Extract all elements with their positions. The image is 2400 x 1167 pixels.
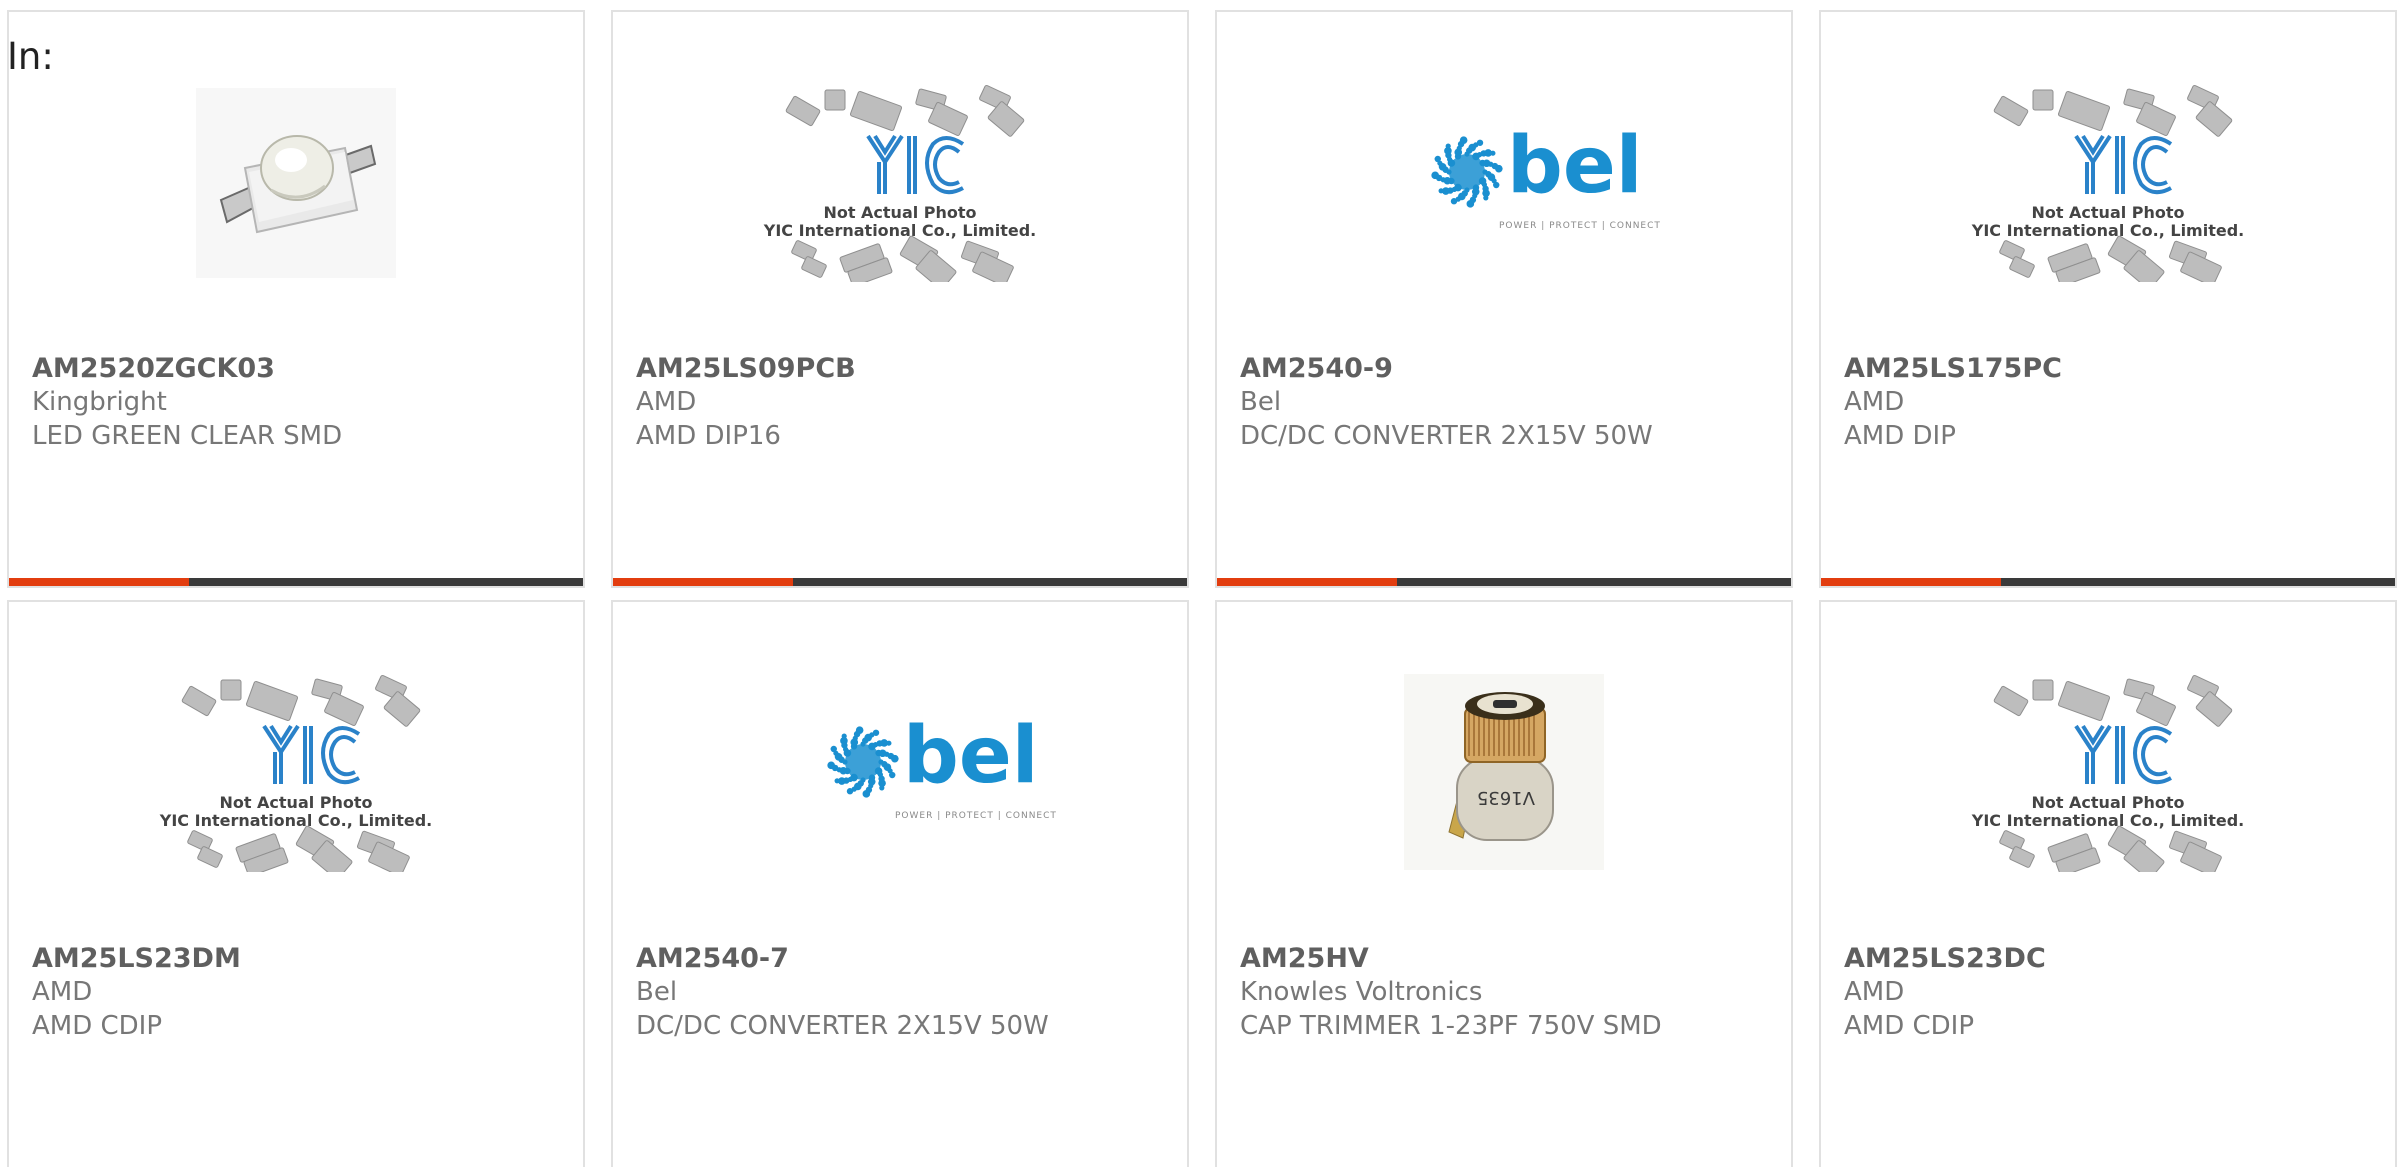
svg-text:YIC International Co., Limited: YIC International Co., Limited.: [1971, 221, 2244, 240]
product-card[interactable]: Not Actual Photo YIC International Co., …: [1819, 600, 2397, 1167]
svg-text:bel: bel: [903, 711, 1038, 801]
product-card[interactable]: Not Actual Photo YIC International Co., …: [1819, 10, 2397, 588]
card-footer-accent: [613, 578, 793, 586]
product-description: LED GREEN CLEAR SMD: [32, 421, 343, 451]
svg-text:YIC International Co., Limited: YIC International Co., Limited.: [763, 221, 1036, 240]
product-grid-page: In: AM2520ZGCK03 Kingbright LED GREEN CL…: [0, 0, 2400, 1167]
product-description: DC/DC CONVERTER 2X15V 50W: [1240, 421, 1653, 451]
product-part-number[interactable]: AM2520ZGCK03: [32, 352, 275, 386]
trimmer-cap-photo-icon[interactable]: V1635: [1217, 672, 1791, 872]
product-part-number[interactable]: AM25LS23DC: [1844, 942, 2046, 976]
yic-placeholder-icon[interactable]: Not Actual Photo YIC International Co., …: [1821, 672, 2395, 872]
product-description: CAP TRIMMER 1-23PF 750V SMD: [1240, 1011, 1662, 1041]
svg-text:YIC International Co., Limited: YIC International Co., Limited.: [159, 811, 432, 830]
product-part-number[interactable]: AM25HV: [1240, 942, 1369, 976]
product-description: DC/DC CONVERTER 2X15V 50W: [636, 1011, 1049, 1041]
svg-text:Not Actual Photo: Not Actual Photo: [2031, 793, 2184, 812]
svg-text:YIC International Co., Limited: YIC International Co., Limited.: [1971, 811, 2244, 830]
card-footer-accent: [9, 578, 189, 586]
product-description: AMD DIP16: [636, 421, 781, 451]
product-card[interactable]: Not Actual Photo YIC International Co., …: [7, 600, 585, 1167]
product-manufacturer: Kingbright: [32, 387, 167, 417]
yic-placeholder-icon[interactable]: Not Actual Photo YIC International Co., …: [1821, 82, 2395, 282]
product-manufacturer: Bel: [1240, 387, 1282, 417]
svg-text:Not Actual Photo: Not Actual Photo: [2031, 203, 2184, 222]
svg-text:Not Actual Photo: Not Actual Photo: [823, 203, 976, 222]
card-footer-accent: [1821, 578, 2001, 586]
product-card[interactable]: Not Actual Photo YIC International Co., …: [611, 10, 1189, 588]
product-manufacturer: Bel: [636, 977, 678, 1007]
svg-text:POWER | PROTECT | CONNECT: POWER | PROTECT | CONNECT: [895, 811, 1057, 821]
card-footer-bar: [1217, 578, 1791, 586]
svg-text:V1635: V1635: [1477, 787, 1535, 808]
bel-logo-icon[interactable]: bel POWER | PROTECT | CONNECT: [1217, 82, 1791, 282]
product-part-number[interactable]: AM25LS175PC: [1844, 352, 2062, 386]
product-manufacturer: AMD: [636, 387, 697, 417]
led-photo-icon[interactable]: [9, 82, 583, 282]
product-card[interactable]: AM2520ZGCK03 Kingbright LED GREEN CLEAR …: [7, 10, 585, 588]
product-part-number[interactable]: AM2540-7: [636, 942, 789, 976]
product-manufacturer: Knowles Voltronics: [1240, 977, 1483, 1007]
yic-placeholder-icon[interactable]: Not Actual Photo YIC International Co., …: [9, 672, 583, 872]
product-description: AMD CDIP: [32, 1011, 163, 1041]
bel-logo-icon[interactable]: bel POWER | PROTECT | CONNECT: [613, 672, 1187, 872]
product-card[interactable]: bel POWER | PROTECT | CONNECT AM2540-7 B…: [611, 600, 1189, 1167]
product-description: AMD DIP: [1844, 421, 1956, 451]
card-footer-bar: [9, 578, 583, 586]
product-manufacturer: AMD: [32, 977, 93, 1007]
filter-label: In:: [7, 35, 54, 78]
product-part-number[interactable]: AM25LS23DM: [32, 942, 241, 976]
card-footer-accent: [1217, 578, 1397, 586]
product-description: AMD CDIP: [1844, 1011, 1975, 1041]
card-footer-bar: [613, 578, 1187, 586]
product-manufacturer: AMD: [1844, 387, 1905, 417]
product-card[interactable]: V1635 AM25HV Knowles Voltronics CAP TRIM…: [1215, 600, 1793, 1167]
card-footer-bar: [1821, 578, 2395, 586]
product-manufacturer: AMD: [1844, 977, 1905, 1007]
product-card[interactable]: bel POWER | PROTECT | CONNECT AM2540-9 B…: [1215, 10, 1793, 588]
product-part-number[interactable]: AM25LS09PCB: [636, 352, 856, 386]
product-part-number[interactable]: AM2540-9: [1240, 352, 1393, 386]
svg-text:bel: bel: [1507, 121, 1642, 211]
svg-text:Not Actual Photo: Not Actual Photo: [219, 793, 372, 812]
yic-placeholder-icon[interactable]: Not Actual Photo YIC International Co., …: [613, 82, 1187, 282]
svg-text:POWER | PROTECT | CONNECT: POWER | PROTECT | CONNECT: [1499, 221, 1661, 231]
